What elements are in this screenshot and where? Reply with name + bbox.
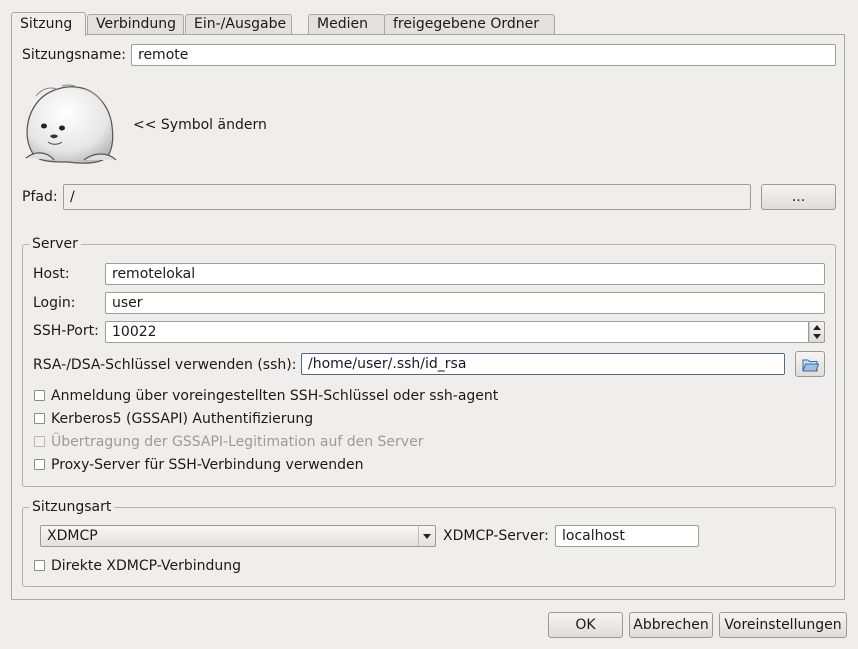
tab-freigegebene-ordner[interactable]: freigegebene Ordner (384, 14, 555, 35)
session-name-label: Sitzungsname: (22, 47, 126, 63)
defaults-button[interactable]: Voreinstellungen (719, 612, 847, 638)
tab-ein-ausgabe[interactable]: Ein-/Ausgabe (185, 14, 292, 35)
default-ssh-key-label[interactable]: Anmeldung über voreingestellten SSH-Schl… (51, 387, 498, 405)
change-icon-label[interactable]: << Symbol ändern (133, 116, 267, 134)
session-name-field[interactable]: remote (131, 44, 836, 66)
direct-xdmcp-checkbox[interactable] (34, 560, 45, 571)
spin-up-icon[interactable] (813, 325, 821, 330)
browse-path-button[interactable]: ... (761, 184, 836, 210)
default-ssh-key-checkbox[interactable] (34, 390, 45, 401)
host-field[interactable]: remotelokal (105, 263, 825, 285)
path-label: Pfad: (22, 189, 58, 205)
tab-medien[interactable]: Medien (308, 14, 385, 35)
chevron-down-icon[interactable] (418, 526, 435, 546)
session-type-select[interactable]: XDMCP (40, 525, 436, 547)
host-label: Host: (33, 266, 70, 282)
cancel-button[interactable]: Abbrechen (629, 612, 713, 638)
session-type-group (22, 507, 836, 587)
kerberos-label[interactable]: Kerberos5 (GSSAPI) Authentifizierung (51, 410, 313, 428)
server-group-title: Server (29, 236, 81, 252)
folder-icon (802, 357, 820, 379)
session-type-value: XDMCP (47, 528, 98, 544)
path-field[interactable]: / (63, 184, 751, 210)
ok-button[interactable]: OK (548, 612, 623, 638)
direct-xdmcp-label[interactable]: Direkte XDMCP-Verbindung (51, 557, 241, 575)
tab-sitzung[interactable]: Sitzung (11, 12, 86, 36)
ssh-port-field[interactable]: 10022 (105, 321, 809, 343)
gssapi-delegation-label: Übertragung der GSSAPI-Legitimation auf … (51, 434, 424, 450)
login-label: Login: (33, 295, 76, 311)
ssh-proxy-label[interactable]: Proxy-Server für SSH-Verbindung verwende… (51, 456, 364, 474)
ssh-port-label: SSH-Port: (33, 323, 99, 339)
open-key-file-button[interactable] (795, 351, 825, 377)
spin-down-icon[interactable] (813, 334, 821, 339)
rsa-key-label: RSA-/DSA-Schlüssel verwenden (ssh): (33, 357, 297, 373)
session-type-group-title: Sitzungsart (29, 499, 115, 515)
xdmcp-server-label: XDMCP-Server: (443, 528, 549, 544)
rsa-key-field[interactable]: /home/user/.ssh/id_rsa (301, 353, 785, 375)
xdmcp-server-field[interactable]: localhost (555, 525, 699, 547)
gssapi-delegation-checkbox (34, 436, 45, 447)
tab-verbindung[interactable]: Verbindung (87, 14, 184, 35)
ssh-port-spinner[interactable] (809, 321, 825, 343)
kerberos-checkbox[interactable] (34, 413, 45, 424)
seal-icon[interactable] (22, 82, 118, 166)
ssh-proxy-checkbox[interactable] (34, 459, 45, 470)
login-field[interactable]: user (105, 292, 825, 314)
